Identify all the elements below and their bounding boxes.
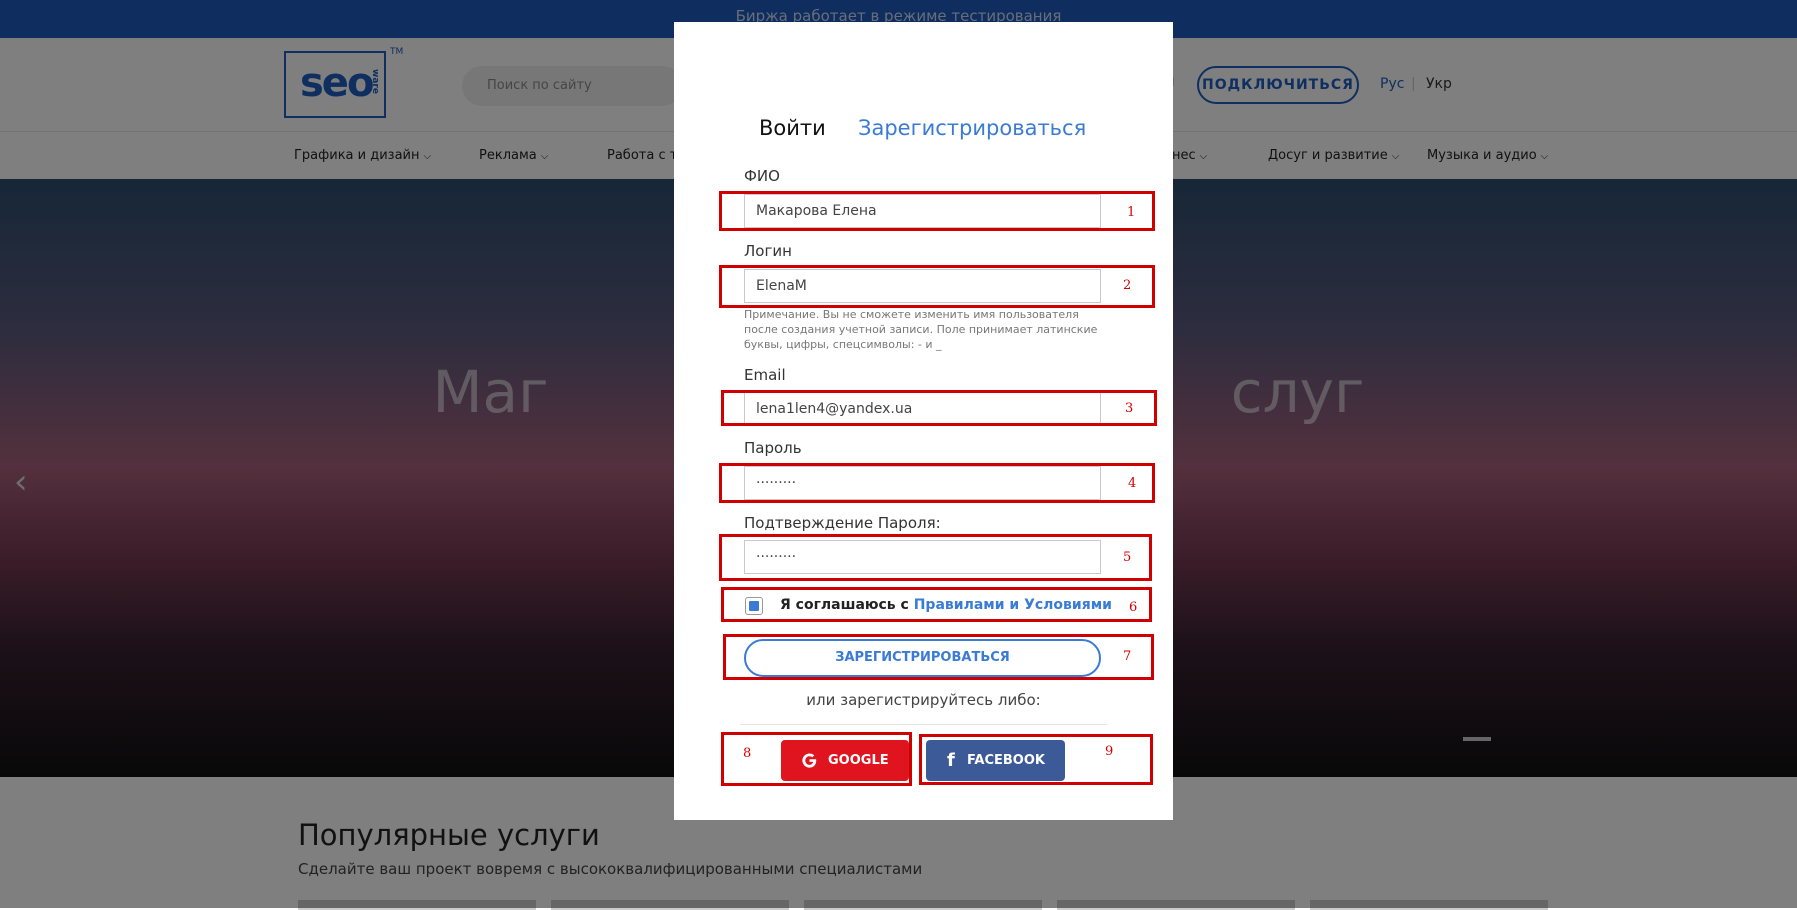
annotation-number: 6	[1129, 600, 1138, 615]
email-label: Email	[744, 366, 786, 384]
annotation-box	[721, 587, 1152, 622]
login-note: Примечание. Вы не сможете изменить имя п…	[744, 308, 1098, 351]
divider	[740, 724, 1107, 725]
annotation-number: 9	[1105, 744, 1114, 759]
annotation-box	[723, 634, 1154, 680]
annotation-number: 7	[1123, 649, 1132, 664]
annotation-box	[719, 265, 1155, 308]
annotation-number: 2	[1123, 278, 1132, 293]
auth-modal: Войти Зарегистрироваться ФИО Макарова Ел…	[674, 22, 1173, 820]
or-text: или зарегистрируйтесь либо:	[806, 691, 1041, 709]
annotation-number: 3	[1125, 401, 1134, 416]
annotation-box	[719, 463, 1155, 503]
annotation-box	[919, 734, 1153, 785]
annotation-number: 4	[1128, 476, 1137, 491]
annotation-box	[719, 534, 1152, 581]
tab-register[interactable]: Зарегистрироваться	[858, 116, 1086, 140]
annotation-box	[721, 390, 1157, 426]
annotation-number: 1	[1127, 205, 1136, 220]
tab-login[interactable]: Войти	[759, 116, 826, 140]
password-label: Пароль	[744, 439, 802, 457]
fio-label: ФИО	[744, 167, 780, 185]
annotation-box	[719, 191, 1155, 231]
annotation-number: 5	[1123, 550, 1132, 565]
login-label: Логин	[744, 242, 792, 260]
password-confirm-label: Подтверждение Пароля:	[744, 514, 941, 532]
annotation-number: 8	[743, 746, 752, 761]
